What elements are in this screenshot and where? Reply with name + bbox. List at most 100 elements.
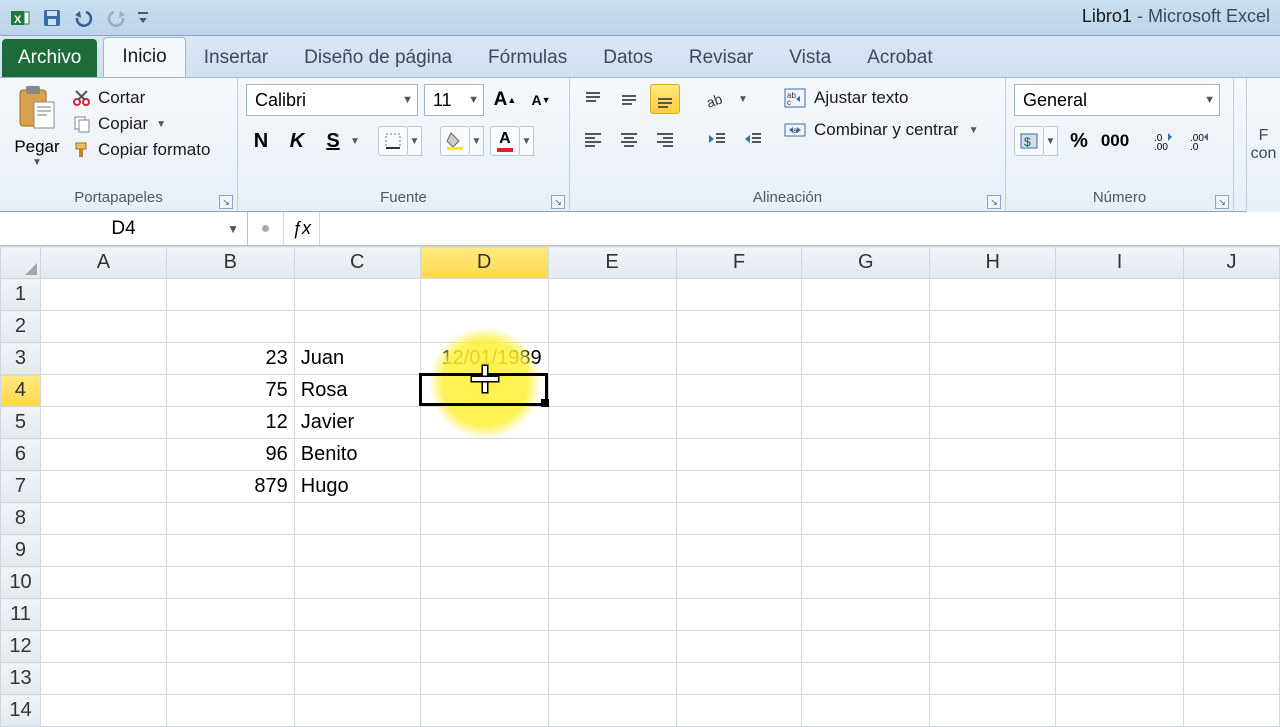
row-header-4[interactable]: 4 [1, 375, 41, 407]
tab-data[interactable]: Datos [585, 39, 671, 77]
decrease-indent-button[interactable] [702, 124, 732, 154]
cell-G6[interactable] [802, 439, 930, 471]
cell-A4[interactable] [40, 375, 166, 407]
cell-F3[interactable] [676, 343, 802, 375]
cell-H14[interactable] [930, 695, 1056, 727]
cell-A9[interactable] [40, 535, 166, 567]
orientation-button[interactable]: ab [702, 84, 732, 114]
cell-B11[interactable] [166, 599, 294, 631]
align-left-button[interactable] [578, 124, 608, 154]
bold-button[interactable]: N [246, 126, 276, 156]
cell-C13[interactable] [294, 663, 420, 695]
row-header-7[interactable]: 7 [1, 471, 41, 503]
cell-H12[interactable] [930, 631, 1056, 663]
accounting-format-button[interactable]: $ ▼ [1014, 126, 1058, 156]
cell-E1[interactable] [548, 279, 676, 311]
cell-B10[interactable] [166, 567, 294, 599]
cell-G12[interactable] [802, 631, 930, 663]
cell-E14[interactable] [548, 695, 676, 727]
cell-F12[interactable] [676, 631, 802, 663]
cell-C12[interactable] [294, 631, 420, 663]
cell-C9[interactable] [294, 535, 420, 567]
cell-D2[interactable] [420, 311, 548, 343]
cell-E2[interactable] [548, 311, 676, 343]
cell-B2[interactable] [166, 311, 294, 343]
align-middle-button[interactable] [614, 84, 644, 114]
worksheet-grid[interactable]: ABCDEFGHIJ 12323Juan12/01/1989475Rosa512… [0, 246, 1280, 727]
cell-C8[interactable] [294, 503, 420, 535]
paste-dropdown-icon[interactable]: ▼ [32, 157, 42, 168]
tab-insert[interactable]: Insertar [186, 39, 286, 77]
align-center-button[interactable] [614, 124, 644, 154]
cell-G4[interactable] [802, 375, 930, 407]
cell-D1[interactable] [420, 279, 548, 311]
comma-style-button[interactable]: 000 [1100, 126, 1130, 156]
cell-D13[interactable] [420, 663, 548, 695]
cell-E3[interactable] [548, 343, 676, 375]
underline-dropdown-icon[interactable]: ▼ [350, 136, 360, 147]
cell-D6[interactable] [420, 439, 548, 471]
cell-D9[interactable] [420, 535, 548, 567]
clipboard-launcher[interactable]: ↘ [219, 195, 233, 209]
qat-customize-button[interactable] [134, 6, 152, 30]
merge-center-button[interactable]: a Combinar y centrar ▼ [784, 120, 978, 140]
cell-I6[interactable] [1056, 439, 1184, 471]
cell-F13[interactable] [676, 663, 802, 695]
cell-F1[interactable] [676, 279, 802, 311]
cell-A6[interactable] [40, 439, 166, 471]
col-header-B[interactable]: B [166, 247, 294, 279]
cell-J6[interactable] [1184, 439, 1280, 471]
col-header-E[interactable]: E [548, 247, 676, 279]
increase-indent-button[interactable] [738, 124, 768, 154]
cell-H1[interactable] [930, 279, 1056, 311]
cell-H11[interactable] [930, 599, 1056, 631]
font-color-button[interactable]: A ▼ [490, 126, 534, 156]
cell-C10[interactable] [294, 567, 420, 599]
cell-A12[interactable] [40, 631, 166, 663]
cell-E6[interactable] [548, 439, 676, 471]
shrink-font-button[interactable]: A▼ [526, 85, 556, 115]
percent-button[interactable]: % [1064, 126, 1094, 156]
cell-F8[interactable] [676, 503, 802, 535]
cell-C11[interactable] [294, 599, 420, 631]
col-header-A[interactable]: A [40, 247, 166, 279]
tab-acrobat[interactable]: Acrobat [849, 39, 950, 77]
tab-view[interactable]: Vista [771, 39, 849, 77]
paste-button[interactable] [16, 84, 58, 137]
font-launcher[interactable]: ↘ [551, 195, 565, 209]
row-header-9[interactable]: 9 [1, 535, 41, 567]
cell-C2[interactable] [294, 311, 420, 343]
col-header-F[interactable]: F [676, 247, 802, 279]
italic-button[interactable]: K [282, 126, 312, 156]
alignment-launcher[interactable]: ↘ [987, 195, 1001, 209]
cell-A13[interactable] [40, 663, 166, 695]
cell-G9[interactable] [802, 535, 930, 567]
cell-J7[interactable] [1184, 471, 1280, 503]
grow-font-button[interactable]: A▲ [490, 85, 520, 115]
tab-formulas[interactable]: Fórmulas [470, 39, 585, 77]
number-launcher[interactable]: ↘ [1215, 195, 1229, 209]
cell-H6[interactable] [930, 439, 1056, 471]
cell-J14[interactable] [1184, 695, 1280, 727]
cell-J12[interactable] [1184, 631, 1280, 663]
cell-J4[interactable] [1184, 375, 1280, 407]
cell-A3[interactable] [40, 343, 166, 375]
cell-F6[interactable] [676, 439, 802, 471]
col-header-H[interactable]: H [930, 247, 1056, 279]
cell-I13[interactable] [1056, 663, 1184, 695]
align-bottom-button[interactable] [650, 84, 680, 114]
cell-I2[interactable] [1056, 311, 1184, 343]
cell-H2[interactable] [930, 311, 1056, 343]
cell-J1[interactable] [1184, 279, 1280, 311]
excel-icon[interactable]: X [6, 6, 34, 30]
decrease-decimal-button[interactable]: .00.0 [1186, 126, 1216, 156]
tab-home[interactable]: Inicio [103, 37, 185, 77]
copy-button[interactable]: Copiar ▼ [72, 114, 210, 134]
cell-I1[interactable] [1056, 279, 1184, 311]
cell-J8[interactable] [1184, 503, 1280, 535]
cell-D7[interactable] [420, 471, 548, 503]
cell-G13[interactable] [802, 663, 930, 695]
cell-A14[interactable] [40, 695, 166, 727]
cell-F5[interactable] [676, 407, 802, 439]
cell-C4[interactable]: Rosa [294, 375, 420, 407]
